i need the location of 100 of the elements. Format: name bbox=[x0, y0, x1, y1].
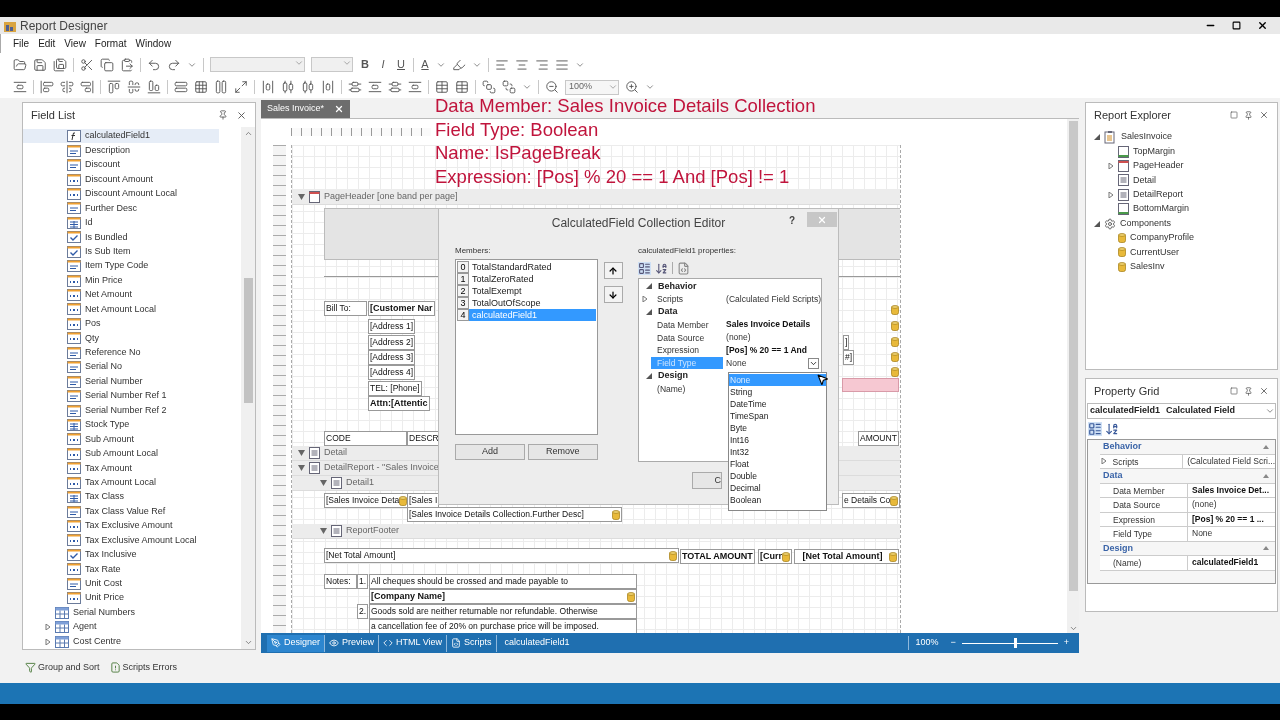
tree-item[interactable]: SalesInv bbox=[1086, 259, 1277, 274]
band-header[interactable]: PageHeader [one band per page] bbox=[292, 190, 900, 205]
property-value[interactable]: Sales Invoice Det... bbox=[1188, 483, 1269, 497]
spacing-icon[interactable] bbox=[408, 80, 422, 94]
collapse-arrow-icon[interactable] bbox=[320, 528, 327, 534]
zoom-in-icon[interactable] bbox=[625, 80, 639, 94]
pin-icon[interactable] bbox=[1244, 110, 1253, 120]
bring-to-front-icon[interactable] bbox=[482, 80, 496, 94]
menu-item[interactable]: Format bbox=[94, 36, 127, 51]
align-right-icon[interactable] bbox=[80, 80, 94, 94]
field-list-item[interactable]: Tax Class bbox=[23, 489, 219, 505]
paste-icon[interactable] bbox=[120, 57, 134, 72]
scroll-up-icon[interactable] bbox=[243, 129, 253, 138]
sort-alphabetical-icon[interactable] bbox=[1105, 422, 1119, 436]
property-pages-icon[interactable] bbox=[677, 261, 691, 275]
categorized-icon[interactable] bbox=[1088, 422, 1102, 436]
help-button[interactable]: ? bbox=[789, 213, 796, 228]
field-list-item[interactable]: Serial Number Ref 2 bbox=[23, 403, 219, 418]
close-icon[interactable] bbox=[1257, 20, 1268, 31]
expanded-arrow-icon[interactable] bbox=[646, 372, 653, 379]
dropdown-option[interactable]: Byte bbox=[729, 422, 826, 434]
categorized-icon[interactable] bbox=[638, 261, 652, 275]
collapsed-arrow-icon[interactable] bbox=[642, 296, 649, 303]
view-tab[interactable]: HTML View bbox=[379, 634, 448, 652]
field-list-item[interactable]: Tax Inclusive bbox=[23, 547, 219, 563]
view-tab[interactable]: Scripts bbox=[447, 634, 497, 652]
dialog-button[interactable]: Remove bbox=[527, 444, 598, 460]
field-list-item[interactable]: Tax Class Value Ref bbox=[23, 504, 219, 519]
field-list-item[interactable]: Serial Number Ref 1 bbox=[23, 388, 219, 404]
dropdown-option[interactable]: TimeSpan bbox=[729, 410, 826, 422]
object-selector[interactable]: calculatedField1 Calculated Field bbox=[1087, 403, 1276, 419]
collapse-arrow-icon[interactable] bbox=[320, 480, 327, 486]
collapsed-arrow-icon[interactable] bbox=[1108, 191, 1114, 198]
zoom-out-icon[interactable] bbox=[545, 80, 559, 94]
save-all-icon[interactable] bbox=[53, 57, 67, 72]
bottom-tab[interactable]: Scripts Errors bbox=[122, 660, 178, 675]
collapse-arrow-icon[interactable] bbox=[298, 194, 305, 200]
property-value[interactable]: (none) bbox=[1188, 498, 1217, 512]
spacing-icon[interactable] bbox=[388, 80, 402, 94]
spacing-icon[interactable] bbox=[301, 80, 315, 94]
cut-icon[interactable] bbox=[80, 57, 94, 72]
font-style-button[interactable]: U bbox=[392, 56, 410, 73]
field-list-item[interactable]: Tax Exclusive Amount Local bbox=[23, 533, 219, 548]
dropdown-option[interactable]: Int32 bbox=[729, 446, 826, 458]
redo-icon[interactable] bbox=[167, 57, 181, 72]
field-list-item[interactable]: Further Desc bbox=[23, 201, 219, 216]
field-list-item[interactable]: Id bbox=[23, 215, 219, 231]
spacing-icon[interactable] bbox=[348, 80, 362, 94]
property-value[interactable]: None bbox=[1188, 527, 1213, 541]
collapse-arrow-icon[interactable] bbox=[298, 450, 305, 456]
scrollbar[interactable] bbox=[241, 127, 255, 649]
field-list-item[interactable]: Discount Amount Local bbox=[23, 186, 219, 202]
dropdown-option[interactable]: String bbox=[729, 386, 826, 398]
align-center-icon[interactable] bbox=[515, 57, 529, 72]
tree-item[interactable]: TopMargin bbox=[1086, 144, 1277, 159]
scrollbar[interactable] bbox=[1067, 119, 1079, 633]
field-list-item[interactable]: Agent bbox=[23, 619, 241, 635]
dialog-button[interactable]: C bbox=[692, 472, 723, 489]
view-tab[interactable]: Designer bbox=[267, 634, 326, 652]
expanded-arrow-icon[interactable] bbox=[1094, 220, 1100, 227]
align-bottom-icon[interactable] bbox=[147, 80, 161, 94]
field-list-item[interactable]: Net Amount Local bbox=[23, 302, 219, 317]
font-style-button[interactable]: B bbox=[356, 56, 374, 73]
zoom-out-button[interactable]: − bbox=[950, 636, 956, 650]
field-list-item[interactable]: Discount Amount bbox=[23, 172, 219, 187]
dropdown-option[interactable]: DateTime bbox=[729, 398, 826, 410]
size-to-grid-icon[interactable] bbox=[194, 80, 208, 94]
field-list-item[interactable]: Serial Numbers bbox=[23, 605, 241, 620]
dropdown-option[interactable]: Int16 bbox=[729, 434, 826, 446]
spacing-icon[interactable] bbox=[321, 80, 335, 94]
tree-item[interactable]: BottomMargin bbox=[1086, 201, 1277, 217]
align-to-grid-icon[interactable] bbox=[13, 80, 27, 94]
pin-icon[interactable] bbox=[1244, 386, 1253, 396]
align-top-icon[interactable] bbox=[107, 80, 121, 94]
property-value[interactable]: (Calculated Field Scripts) bbox=[723, 292, 821, 306]
tree-item[interactable]: CurrentUser bbox=[1086, 245, 1277, 260]
property-value[interactable]: [Pos] % 20 == 1 ... bbox=[1188, 512, 1264, 526]
view-tab[interactable]: Preview bbox=[325, 634, 380, 652]
property-value[interactable]: (Calculated Field Scri... bbox=[1183, 454, 1275, 468]
property-name[interactable]: Field Type bbox=[1108, 527, 1188, 541]
dropdown-option[interactable]: Float bbox=[729, 458, 826, 470]
menu-item[interactable]: View bbox=[64, 36, 86, 51]
property-value[interactable]: (none) bbox=[723, 331, 821, 344]
menu-item[interactable]: Window bbox=[135, 36, 172, 51]
field-list-item[interactable]: Qty bbox=[23, 331, 219, 346]
scroll-down-icon[interactable] bbox=[243, 638, 253, 647]
property-name[interactable]: Expression bbox=[1108, 512, 1188, 526]
dialog-button[interactable]: Add bbox=[455, 444, 525, 460]
property-value[interactable]: [Pos] % 20 == 1 And bbox=[723, 344, 821, 357]
collapse-arrow-icon[interactable] bbox=[1263, 444, 1269, 449]
dropdown-option[interactable]: Boolean bbox=[729, 494, 826, 506]
align-center-icon[interactable] bbox=[60, 80, 74, 94]
tree-item[interactable]: DetailReport bbox=[1086, 187, 1277, 202]
restore-icon[interactable] bbox=[1232, 21, 1241, 30]
expanded-arrow-icon[interactable] bbox=[646, 309, 653, 315]
collapse-arrow-icon[interactable] bbox=[298, 465, 305, 471]
zoom-combo[interactable]: 100% bbox=[565, 79, 619, 95]
tree-item[interactable]: CompanyProfile bbox=[1086, 230, 1277, 246]
property-value[interactable]: None bbox=[723, 356, 808, 370]
tree-item[interactable]: Detail bbox=[1086, 173, 1277, 188]
